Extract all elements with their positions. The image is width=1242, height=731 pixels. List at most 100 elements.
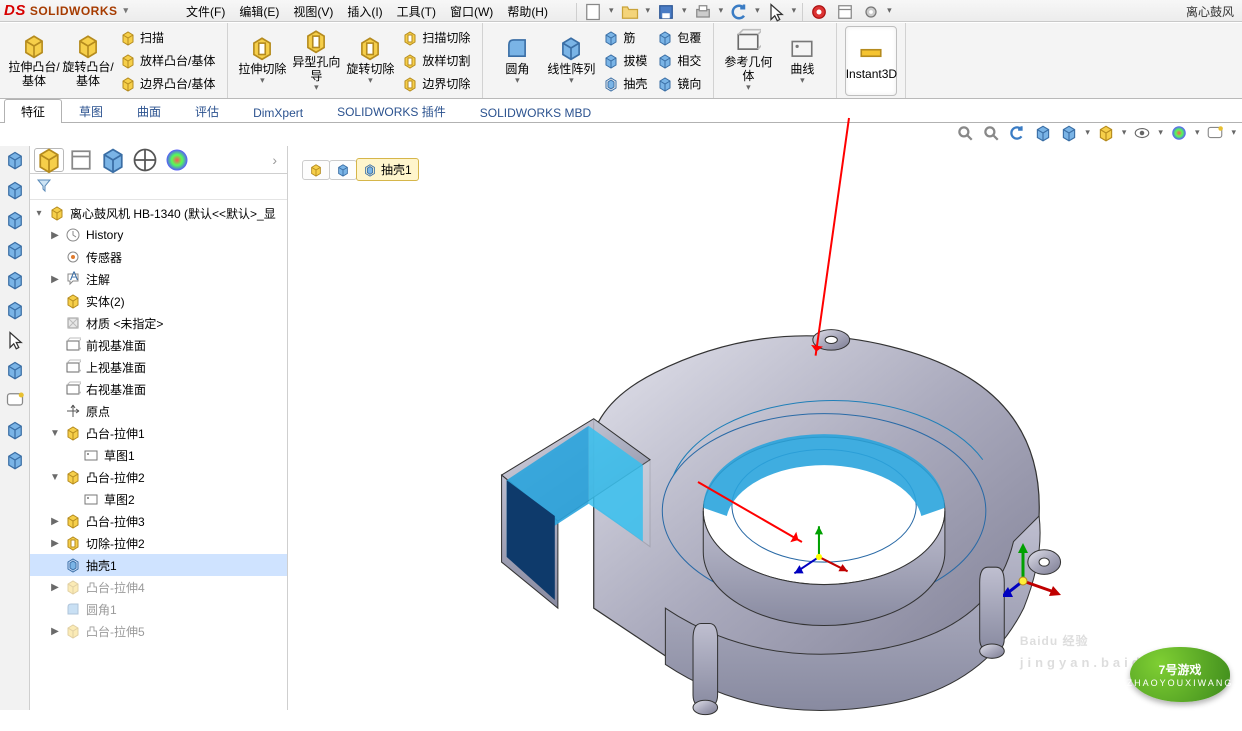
menu-view[interactable]: 视图(V) bbox=[287, 1, 339, 22]
qat-open-button[interactable] bbox=[620, 2, 640, 22]
hud-section-icon[interactable] bbox=[1033, 123, 1053, 143]
qat-settings-button[interactable] bbox=[861, 2, 881, 22]
tree-item[interactable]: 上视基准面 bbox=[30, 356, 287, 378]
hud-scene-icon[interactable] bbox=[1205, 123, 1225, 143]
tab-evaluate[interactable]: 评估 bbox=[178, 99, 236, 123]
cmd-draft[interactable]: 拔模 bbox=[599, 51, 651, 71]
tab-sketch[interactable]: 草图 bbox=[62, 99, 120, 123]
sidebar-icon-5[interactable] bbox=[5, 270, 25, 290]
hud-hide-show-icon[interactable] bbox=[1132, 123, 1152, 143]
panel-tab-display[interactable] bbox=[162, 148, 192, 172]
sidebar-icon-7[interactable] bbox=[5, 330, 25, 350]
hud-display-style-icon[interactable] bbox=[1096, 123, 1116, 143]
cmd-wrap[interactable]: 包覆 bbox=[653, 28, 705, 48]
menu-tools[interactable]: 工具(T) bbox=[391, 1, 442, 22]
cmd-rib[interactable]: 筋 bbox=[599, 28, 651, 48]
cmd-intersect[interactable]: 相交 bbox=[653, 51, 705, 71]
app-menu-dropdown-icon[interactable]: ▾ bbox=[124, 5, 129, 16]
twist-icon[interactable]: ▶ bbox=[50, 538, 60, 549]
sidebar-icon-3[interactable] bbox=[5, 210, 25, 230]
tree-item[interactable]: ▶凸台-拉伸5 bbox=[30, 620, 287, 642]
menu-edit[interactable]: 编辑(E) bbox=[233, 1, 285, 22]
move-triad[interactable] bbox=[1003, 541, 1063, 601]
twist-icon[interactable]: ▼ bbox=[50, 472, 60, 483]
sidebar-icon-10[interactable] bbox=[5, 420, 25, 440]
cmd-fillet[interactable]: 圆角▾ bbox=[491, 26, 543, 96]
tree-item[interactable]: 实体(2) bbox=[30, 290, 287, 312]
tree-item[interactable]: ▶凸台-拉伸3 bbox=[30, 510, 287, 532]
hud-zoom-area-icon[interactable] bbox=[981, 123, 1001, 143]
tree-item[interactable]: 传感器 bbox=[30, 246, 287, 268]
tree-item[interactable]: 原点 bbox=[30, 400, 287, 422]
twist-icon[interactable]: ▶ bbox=[50, 274, 60, 285]
tab-dimxpert[interactable]: DimXpert bbox=[236, 102, 320, 123]
twist-icon[interactable]: ▶ bbox=[50, 626, 60, 637]
tree-item[interactable]: ▼凸台-拉伸2 bbox=[30, 466, 287, 488]
twist-icon[interactable]: ▼ bbox=[50, 428, 60, 439]
cmd-extrude-cut[interactable]: 拉伸切除▾ bbox=[236, 26, 288, 96]
tree-root[interactable]: ▾ 离心鼓风机 HB-1340 (默认<<默认>_显 bbox=[30, 202, 287, 224]
twist-icon[interactable]: ▶ bbox=[50, 516, 60, 527]
twist-icon[interactable]: ▶ bbox=[50, 582, 60, 593]
panel-tab-feature-tree[interactable] bbox=[34, 148, 64, 172]
qat-new-button[interactable] bbox=[583, 2, 603, 22]
tree-filter[interactable] bbox=[30, 174, 287, 200]
panel-tab-dim[interactable] bbox=[130, 148, 160, 172]
twist-icon[interactable]: ▶ bbox=[50, 230, 60, 241]
cmd-sweep[interactable]: 扫描 bbox=[116, 28, 219, 48]
cmd-linear-pattern[interactable]: 线性阵列▾ bbox=[545, 26, 597, 96]
hud-prev-view-icon[interactable] bbox=[1007, 123, 1027, 143]
tree-item[interactable]: 草图1 bbox=[30, 444, 287, 466]
cmd-loft-boss[interactable]: 放样凸台/基体 bbox=[116, 51, 219, 71]
cmd-curves[interactable]: 曲线▾ bbox=[776, 26, 828, 96]
panel-collapse-icon[interactable]: › bbox=[266, 152, 283, 168]
qat-select-button[interactable] bbox=[766, 2, 786, 22]
cmd-mirror[interactable]: 镜向 bbox=[653, 74, 705, 94]
cmd-boundary-cut[interactable]: 边界切除 bbox=[398, 74, 474, 94]
menu-insert[interactable]: 插入(I) bbox=[341, 1, 388, 22]
sidebar-icon-9[interactable] bbox=[5, 390, 25, 410]
cmd-shell[interactable]: 抽壳 bbox=[599, 74, 651, 94]
panel-tab-property[interactable] bbox=[66, 148, 96, 172]
cmd-extrude-boss[interactable]: 拉伸凸台/基体 bbox=[8, 26, 60, 96]
graphics-area[interactable]: 抽壳1 bbox=[288, 146, 1242, 710]
cmd-loft-cut[interactable]: 放样切割 bbox=[398, 51, 474, 71]
qat-options-button[interactable] bbox=[835, 2, 855, 22]
hud-appearance-icon[interactable] bbox=[1169, 123, 1189, 143]
cmd-instant3d[interactable]: Instant3D bbox=[845, 26, 897, 96]
tab-addins[interactable]: SOLIDWORKS 插件 bbox=[320, 99, 463, 123]
tree-item[interactable]: 圆角1 bbox=[30, 598, 287, 620]
qat-print-button[interactable] bbox=[693, 2, 713, 22]
menu-help[interactable]: 帮助(H) bbox=[501, 1, 554, 22]
cmd-ref-geometry[interactable]: 参考几何体▾ bbox=[722, 26, 774, 96]
sidebar-icon-11[interactable] bbox=[5, 450, 25, 470]
hud-view-orient-icon[interactable] bbox=[1059, 123, 1079, 143]
pin-menu-icon[interactable] bbox=[556, 3, 568, 21]
qat-undo-button[interactable] bbox=[729, 2, 749, 22]
tab-features[interactable]: 特征 bbox=[4, 99, 62, 123]
tree-item[interactable]: ▶凸台-拉伸4 bbox=[30, 576, 287, 598]
panel-tab-config[interactable] bbox=[98, 148, 128, 172]
menu-window[interactable]: 窗口(W) bbox=[444, 1, 499, 22]
tree-item[interactable]: 材质 <未指定> bbox=[30, 312, 287, 334]
sidebar-icon-4[interactable] bbox=[5, 240, 25, 260]
sidebar-icon-8[interactable] bbox=[5, 360, 25, 380]
tree-item[interactable]: 草图2 bbox=[30, 488, 287, 510]
tree-item[interactable]: 右视基准面 bbox=[30, 378, 287, 400]
cmd-revolve-boss[interactable]: 旋转凸台/基体 bbox=[62, 26, 114, 96]
menu-file[interactable]: 文件(F) bbox=[180, 1, 231, 22]
sidebar-icon-1[interactable] bbox=[5, 150, 25, 170]
qat-save-button[interactable] bbox=[656, 2, 676, 22]
sidebar-icon-2[interactable] bbox=[5, 180, 25, 200]
cmd-sweep-cut[interactable]: 扫描切除 bbox=[398, 28, 474, 48]
cmd-boundary-boss[interactable]: 边界凸台/基体 bbox=[116, 74, 219, 94]
tree-item[interactable]: ▶History bbox=[30, 224, 287, 246]
crumb-body[interactable] bbox=[329, 160, 357, 180]
hud-zoom-fit-icon[interactable] bbox=[955, 123, 975, 143]
cmd-revolve-cut[interactable]: 旋转切除▾ bbox=[344, 26, 396, 96]
tree-item[interactable]: ▶注解 bbox=[30, 268, 287, 290]
crumb-feature[interactable]: 抽壳1 bbox=[356, 158, 419, 181]
tab-surfaces[interactable]: 曲面 bbox=[120, 99, 178, 123]
cmd-hole-wizard[interactable]: 异型孔向导▾ bbox=[290, 26, 342, 96]
tree-item[interactable]: ▶切除-拉伸2 bbox=[30, 532, 287, 554]
